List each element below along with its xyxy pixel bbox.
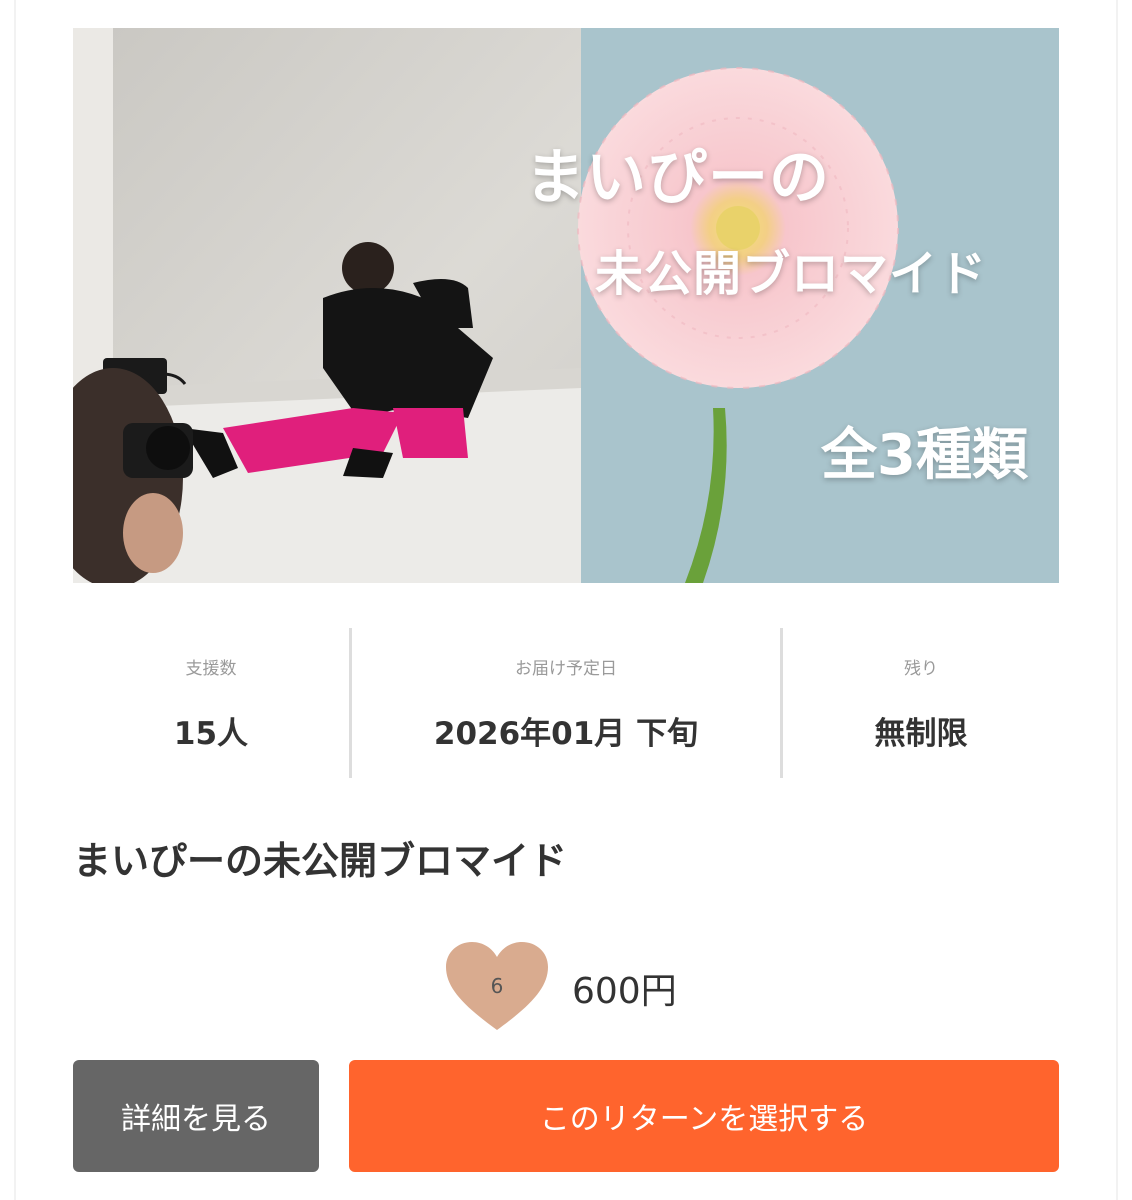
frame-border-right bbox=[1116, 0, 1118, 1200]
frame-border-left bbox=[14, 0, 16, 1200]
reward-title: まいぴーの未公開ブロマイド bbox=[73, 839, 568, 883]
stat-remaining: 残り 無制限 bbox=[783, 628, 1059, 778]
reward-price-row: 6 600円 bbox=[444, 940, 704, 1032]
stat-supporters-label: 支援数 bbox=[185, 659, 237, 679]
stat-remaining-value: 無制限 bbox=[874, 716, 968, 752]
stat-supporters-value: 15人 bbox=[173, 716, 249, 752]
stat-delivery-date-value: 2026年01月 下旬 bbox=[433, 716, 699, 752]
hero-title-line-3: 全3種類 bbox=[821, 423, 1028, 488]
reward-price: 600円 bbox=[572, 971, 677, 1012]
hero-title-line-1: まいぴーの bbox=[525, 143, 830, 213]
view-details-button[interactable]: 詳細を見る bbox=[73, 1060, 319, 1172]
reward-stats: 支援数 15人 お届け予定日 2026年01月 下旬 残り 無制限 bbox=[73, 628, 1059, 778]
reward-image[interactable]: まいぴーの 未公開ブロマイド 全3種類 bbox=[73, 28, 1059, 583]
stat-supporters: 支援数 15人 bbox=[73, 628, 349, 778]
reward-image-illustration bbox=[73, 28, 1059, 583]
stat-delivery-date-label: お届け予定日 bbox=[515, 659, 617, 679]
like-count: 6 bbox=[490, 974, 504, 998]
like-button[interactable]: 6 bbox=[444, 940, 550, 1032]
stat-remaining-label: 残り bbox=[904, 659, 938, 679]
select-reward-button[interactable]: このリターンを選択する bbox=[349, 1060, 1059, 1172]
stat-delivery-date: お届け予定日 2026年01月 下旬 bbox=[352, 628, 780, 778]
hero-title-line-2: 未公開ブロマイド bbox=[595, 246, 988, 302]
